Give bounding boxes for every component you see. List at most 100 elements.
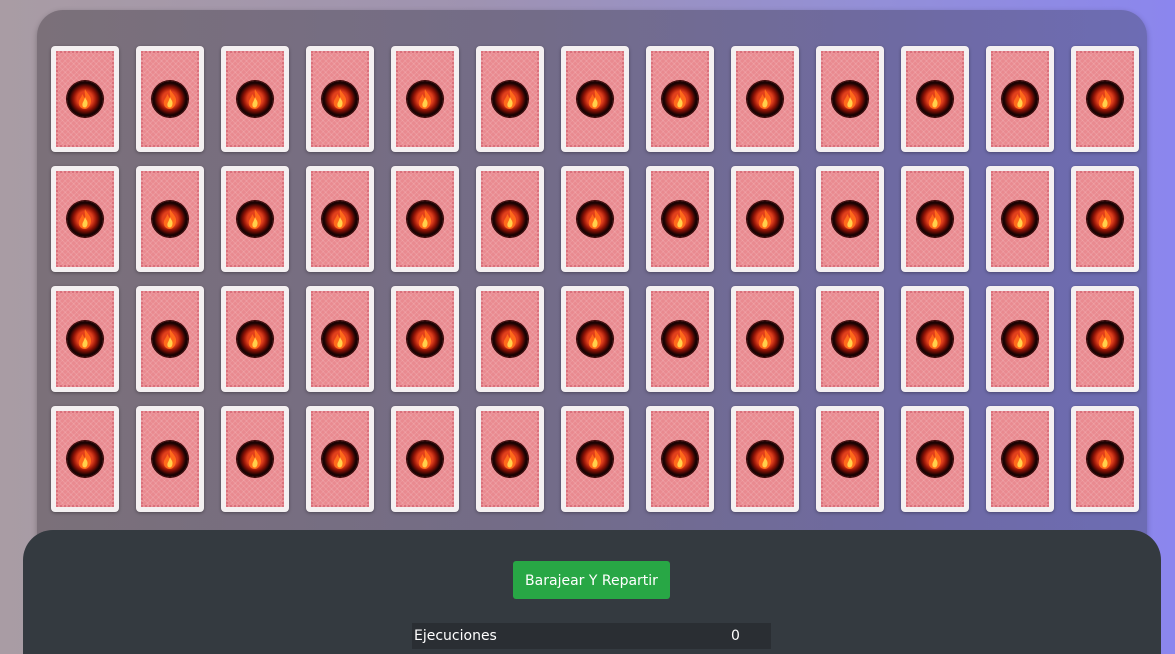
flame-emblem-icon (1002, 201, 1038, 237)
flame-emblem-icon (577, 81, 613, 117)
card-back[interactable] (731, 166, 799, 272)
card-back[interactable] (1071, 406, 1139, 512)
card-back-pattern (141, 171, 199, 267)
card-back[interactable] (476, 166, 544, 272)
card-back-pattern (1076, 51, 1134, 147)
card-back[interactable] (391, 286, 459, 392)
card-back[interactable] (731, 286, 799, 392)
card-back-pattern (141, 291, 199, 387)
card-back[interactable] (51, 406, 119, 512)
card-back[interactable] (136, 166, 204, 272)
card-back[interactable] (51, 286, 119, 392)
card-back[interactable] (306, 46, 374, 152)
card-back[interactable] (816, 166, 884, 272)
flame-emblem-icon (832, 441, 868, 477)
flame-emblem-icon (322, 201, 358, 237)
flame-emblem-icon (662, 81, 698, 117)
card-back[interactable] (646, 46, 714, 152)
flame-emblem-icon (917, 201, 953, 237)
card-back[interactable] (136, 46, 204, 152)
card-back[interactable] (391, 166, 459, 272)
flame-emblem-icon (1087, 441, 1123, 477)
card-back[interactable] (646, 166, 714, 272)
card-back-pattern (1076, 291, 1134, 387)
card-back-pattern (481, 411, 539, 507)
card-back-pattern (56, 171, 114, 267)
card-back-pattern (566, 411, 624, 507)
card-back-pattern (396, 411, 454, 507)
flame-emblem-icon (1002, 441, 1038, 477)
flame-emblem-icon (747, 81, 783, 117)
card-back-pattern (56, 51, 114, 147)
card-back[interactable] (391, 406, 459, 512)
flame-emblem-icon (577, 441, 613, 477)
card-back-pattern (821, 411, 879, 507)
card-back[interactable] (1071, 286, 1139, 392)
flame-emblem-icon (322, 441, 358, 477)
card-back-pattern (566, 51, 624, 147)
card-back[interactable] (816, 286, 884, 392)
card-back[interactable] (561, 46, 629, 152)
flame-emblem-icon (492, 321, 528, 357)
card-back[interactable] (221, 406, 289, 512)
executions-row: Ejecuciones 0 (412, 623, 771, 649)
card-back[interactable] (221, 166, 289, 272)
card-back-pattern (1076, 411, 1134, 507)
card-back[interactable] (986, 286, 1054, 392)
flame-emblem-icon (917, 441, 953, 477)
card-back-pattern (56, 411, 114, 507)
card-back[interactable] (476, 286, 544, 392)
card-back[interactable] (221, 286, 289, 392)
card-back[interactable] (51, 46, 119, 152)
card-back[interactable] (561, 286, 629, 392)
card-back[interactable] (1071, 166, 1139, 272)
card-back[interactable] (646, 406, 714, 512)
card-back-pattern (736, 291, 794, 387)
card-back-pattern (821, 171, 879, 267)
card-back[interactable] (136, 406, 204, 512)
card-back-pattern (651, 51, 709, 147)
flame-emblem-icon (322, 81, 358, 117)
flame-emblem-icon (67, 81, 103, 117)
card-back[interactable] (731, 46, 799, 152)
flame-emblem-icon (1002, 321, 1038, 357)
control-panel: Barajear Y Repartir Ejecuciones 0 (23, 530, 1161, 654)
card-back[interactable] (476, 46, 544, 152)
card-back[interactable] (816, 46, 884, 152)
card-back-pattern (1076, 171, 1134, 267)
card-back-pattern (906, 171, 964, 267)
card-back[interactable] (221, 46, 289, 152)
card-back[interactable] (816, 406, 884, 512)
card-back[interactable] (391, 46, 459, 152)
card-back[interactable] (51, 166, 119, 272)
card-back[interactable] (986, 46, 1054, 152)
flame-emblem-icon (152, 201, 188, 237)
card-back-pattern (736, 171, 794, 267)
card-back[interactable] (901, 286, 969, 392)
card-back-pattern (991, 291, 1049, 387)
card-back[interactable] (476, 406, 544, 512)
card-back[interactable] (986, 406, 1054, 512)
card-back[interactable] (1071, 46, 1139, 152)
card-back[interactable] (561, 166, 629, 272)
card-back[interactable] (646, 286, 714, 392)
card-back[interactable] (901, 406, 969, 512)
card-back[interactable] (306, 166, 374, 272)
flame-emblem-icon (67, 321, 103, 357)
card-back[interactable] (901, 166, 969, 272)
card-back[interactable] (901, 46, 969, 152)
card-back[interactable] (986, 166, 1054, 272)
shuffle-deal-button[interactable]: Barajear Y Repartir (513, 561, 670, 599)
card-table (37, 10, 1147, 570)
flame-emblem-icon (1087, 321, 1123, 357)
card-back[interactable] (136, 286, 204, 392)
card-back[interactable] (306, 286, 374, 392)
flame-emblem-icon (917, 81, 953, 117)
flame-emblem-icon (1087, 81, 1123, 117)
card-back[interactable] (731, 406, 799, 512)
card-back[interactable] (306, 406, 374, 512)
flame-emblem-icon (237, 441, 273, 477)
flame-emblem-icon (407, 81, 443, 117)
card-back-pattern (736, 51, 794, 147)
card-back[interactable] (561, 406, 629, 512)
